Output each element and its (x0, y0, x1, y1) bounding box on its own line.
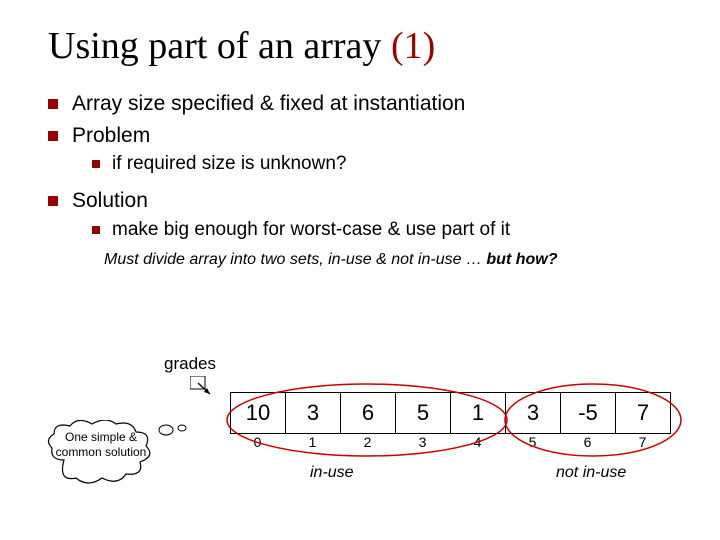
array-index: 6 (560, 434, 615, 450)
array-cell: 3 (506, 393, 561, 434)
array-index: 5 (505, 434, 560, 450)
bullet-3: Solution (48, 185, 684, 217)
slide-title: Using part of an array (1) (48, 24, 684, 68)
array-index: 1 (285, 434, 340, 450)
cloud-bubbles-icon (158, 420, 194, 440)
bullet-3-sub: make big enough for worst-case & use par… (92, 219, 684, 241)
pointer-arrow-icon (190, 376, 212, 398)
array-cell: 10 (231, 393, 286, 434)
note-bold: but how? (486, 251, 557, 268)
array-cell: 1 (451, 393, 506, 434)
array-cell: 3 (286, 393, 341, 434)
array-index: 7 (615, 434, 670, 450)
note-line: Must divide array into two sets, in-use … (104, 251, 684, 269)
title-suffix: (1) (391, 25, 435, 67)
bullet-list-2: Solution (48, 185, 684, 217)
bullet-3a: make big enough for worst-case & use par… (92, 219, 684, 241)
array-index: 4 (450, 434, 505, 450)
array-index: 0 (230, 434, 285, 450)
title-main: Using part of an array (48, 25, 391, 67)
inuse-label: in-use (310, 464, 354, 482)
cloud-text: One simple & common solution (54, 430, 148, 460)
bullet-2-sub: if required size is unknown? (92, 153, 684, 175)
notinuse-label: not in-use (556, 464, 626, 482)
array-index: 2 (340, 434, 395, 450)
array-index: 3 (395, 434, 450, 450)
index-row: 0 1 2 3 4 5 6 7 (230, 434, 670, 450)
bullet-list: Array size specified & fixed at instanti… (48, 88, 684, 151)
array-cell: 5 (396, 393, 451, 434)
bullet-2: Problem (48, 120, 684, 152)
bullet-2a: if required size is unknown? (92, 153, 684, 175)
array-cell: 7 (616, 393, 671, 434)
array-var-label: grades (164, 354, 216, 374)
bullet-1: Array size specified & fixed at instanti… (48, 88, 684, 120)
array-cell: 6 (341, 393, 396, 434)
array-cell: -5 (561, 393, 616, 434)
note-text: Must divide array into two sets, in-use … (104, 251, 486, 268)
array-table: 10 3 6 5 1 3 -5 7 (230, 392, 671, 434)
